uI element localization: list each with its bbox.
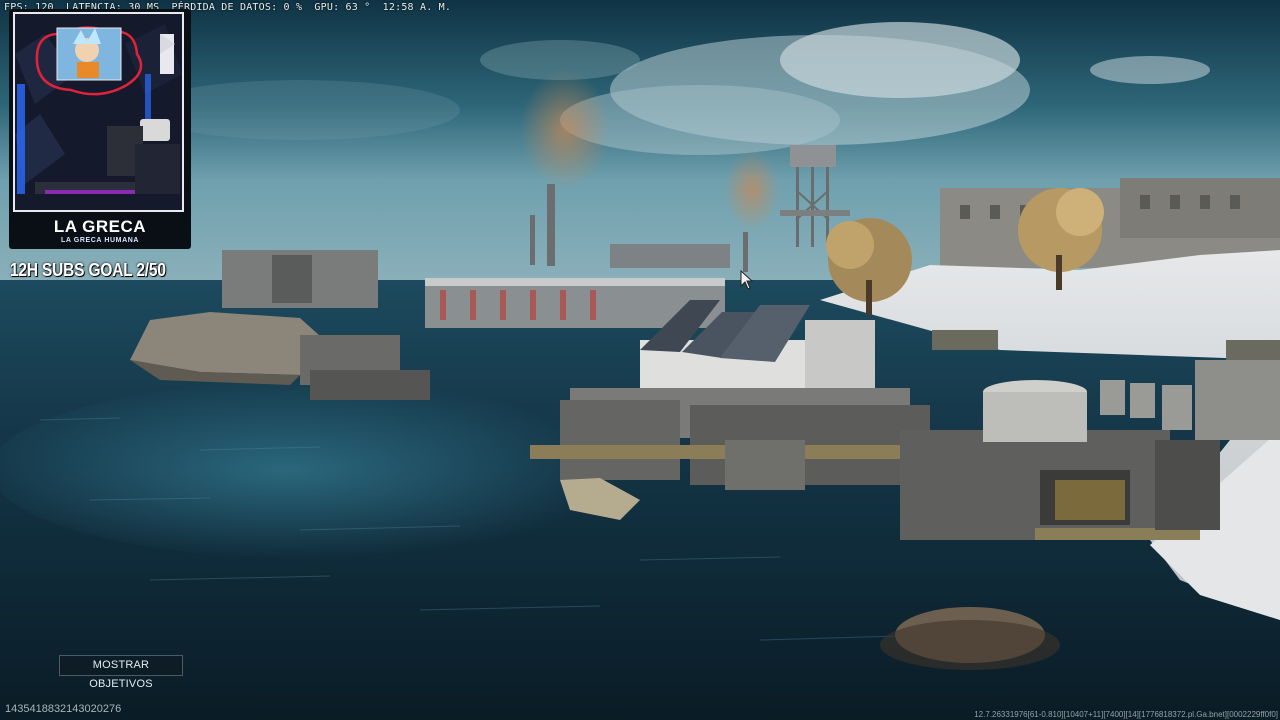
clock-readout: 12:58 A. M. xyxy=(382,2,452,13)
gpu-temp-readout: GPU: 63 ° xyxy=(314,2,371,13)
streamer-logo: LA GRECA LA GRECA HUMANA xyxy=(9,214,191,245)
webcam-feed xyxy=(13,12,184,212)
show-objectives-button[interactable]: MOSTRAR OBJETIVOS xyxy=(59,655,183,690)
build-info: 12.7.26331976[61-0.810][10407+11][7400][… xyxy=(974,710,1278,719)
packet-loss-readout: PÉRDIDA DE DATOS: 0 % xyxy=(171,2,303,13)
streamer-webcam-overlay: LA GRECA LA GRECA HUMANA xyxy=(9,9,191,249)
subs-goal-text: 12H SUBS GOAL 2/50 xyxy=(10,260,166,280)
session-id: 1435418832143020276 xyxy=(5,703,122,715)
streamer-name: LA GRECA xyxy=(53,217,147,236)
streamer-tagline: LA GRECA HUMANA xyxy=(60,237,140,244)
webcam-scene xyxy=(15,14,182,210)
smokestack xyxy=(547,184,555,266)
smoke-plume xyxy=(724,150,780,230)
mouse-cursor-icon xyxy=(740,270,754,290)
smoke-plume xyxy=(520,70,610,190)
military-truck xyxy=(932,330,998,350)
game-world-view xyxy=(0,0,1280,720)
